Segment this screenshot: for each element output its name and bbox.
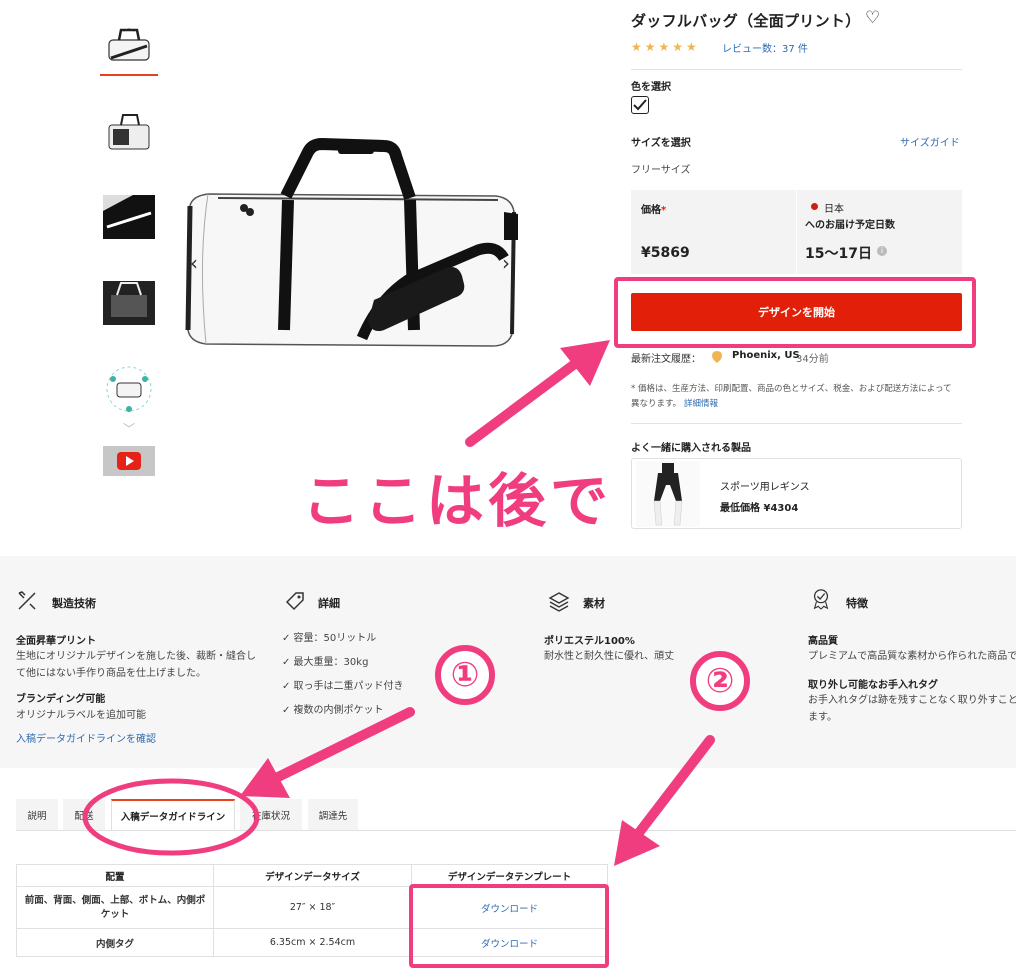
material-sub: ポリエステル100% (544, 636, 635, 647)
thumbnail-bag-360[interactable] (100, 358, 158, 420)
tab-stock[interactable]: 在庫状況 (240, 799, 302, 831)
guideline-link[interactable]: 入稿データガイドラインを確認 (16, 731, 156, 748)
table-header-placement: 配置 (16, 864, 214, 887)
delivery-days: 15〜17日 (805, 246, 872, 262)
details-item-2: ✓ 最大重量：30kg (282, 657, 369, 668)
delivery-country: 日本 (824, 204, 844, 215)
tech-sub1: 全面昇華プリント (16, 636, 96, 647)
color-swatch[interactable] (631, 96, 649, 114)
leggings-image (636, 461, 700, 527)
bag-360-thumbnail-icon (106, 366, 152, 412)
divider (631, 69, 962, 70)
details-title: 詳細 (318, 597, 340, 610)
bag-front-thumbnail-icon (108, 28, 150, 61)
traits-line3: ます。 (808, 712, 837, 723)
review-count-link[interactable]: レビュー数：37 件 (722, 40, 808, 55)
price-label: 価格* (641, 205, 667, 216)
price-delivery-box: 価格* ¥5869 日本 へのお届け予定日数 15〜17日 i (631, 190, 962, 274)
size-label: サイズを選択 (631, 138, 691, 149)
location-pin-icon (712, 348, 722, 363)
recent-order-label: 最新注文履歴： (631, 354, 701, 365)
related-product-card[interactable]: スポーツ用レギンス 最低価格 ¥4304 (631, 458, 962, 529)
tech-line3: オリジナルラベルを追加可能 (16, 710, 146, 721)
related-heading: よく一緒に購入される製品 (631, 443, 751, 454)
material-line: 耐水性と耐久性に優れ、頑丈 (544, 651, 675, 662)
details-link[interactable]: 詳細情報 (684, 397, 718, 409)
main-product-image (178, 0, 520, 492)
recent-order-location: Phoenix, US (732, 350, 800, 361)
thumb-down-chevron-icon[interactable]: ﹀ (120, 420, 138, 436)
tab-underline (16, 830, 1016, 831)
tech-sub2: ブランディング可能 (16, 694, 106, 705)
traits-line1: プレミアムで高品質な素材から作られた商品で (808, 651, 1016, 662)
bag-open-thumbnail-icon (108, 114, 150, 150)
divider (631, 423, 962, 424)
info-icon[interactable]: i (877, 246, 887, 256)
youtube-play-icon (103, 446, 155, 476)
price-value: ¥5869 (641, 245, 690, 261)
features-section: 製造技術 全面昇華プリント 生地にオリジナルデザインを施した後、裁断・縫合し て… (0, 556, 1016, 768)
heart-icon[interactable]: ♡ (865, 8, 880, 28)
highlight-box-design-button (614, 277, 976, 348)
thumbnail-bag-detail[interactable] (100, 186, 158, 248)
traits-sub1: 高品質 (808, 636, 838, 647)
tech-line2: て他にはない手作り商品を仕上げました。 (16, 668, 206, 679)
tab-shipping[interactable]: 配送 (63, 799, 105, 831)
star-rating: ★★★★★ (631, 40, 700, 54)
traits-title: 特徴 (846, 597, 868, 610)
row2-size: 6.35cm × 2.54cm (213, 928, 412, 957)
traits-sub2: 取り外し可能なお手入れタグ (808, 680, 938, 691)
price-box-divider (796, 190, 797, 274)
tech-line1: 生地にオリジナルデザインを施した後、裁断・縫合し (16, 651, 256, 662)
japan-flag-icon (811, 203, 818, 210)
bag-inside-thumbnail-icon (103, 281, 155, 325)
related-product-name: スポーツ用レギンス (720, 482, 810, 493)
thumbnail-bag-open[interactable] (100, 100, 158, 162)
thumbnail-bag-front[interactable] (100, 14, 158, 76)
annotation-text: ここは後で (301, 466, 613, 536)
bag-detail-thumbnail-icon (103, 195, 155, 239)
details-item-1: ✓ 容量：50リットル (282, 633, 377, 644)
tech-title: 製造技術 (52, 597, 96, 610)
product-title: ダッフルバッグ（全面プリント） (631, 12, 861, 30)
tab-sourcing[interactable]: 調達先 (308, 799, 358, 831)
recent-order-time: 34分前 (796, 354, 829, 365)
price-note-line2: 異なります。 (631, 399, 682, 409)
row1-size: 27″ × 18″ (213, 886, 412, 929)
delivery-label: へのお届け予定日数 (805, 220, 895, 231)
size-guide-link[interactable]: サイズガイド (900, 134, 960, 149)
duffel-bag-image (185, 138, 518, 347)
prev-image-arrow-icon[interactable]: ‹ (183, 250, 205, 276)
related-product-price: 最低価格 ¥4304 (720, 503, 799, 514)
layers-icon (548, 592, 570, 612)
thumbnail-video[interactable] (100, 444, 158, 478)
tab-file-guidelines[interactable]: 入稿データガイドライン (111, 799, 235, 831)
thumbnail-bag-inside[interactable] (100, 272, 158, 334)
material-title: 素材 (583, 597, 605, 610)
tag-icon (285, 592, 304, 611)
checkmark-icon (633, 99, 647, 111)
annotation-number-2: ② (690, 651, 750, 711)
size-value: フリーサイズ (631, 165, 691, 176)
next-image-arrow-icon[interactable]: › (495, 250, 517, 276)
row1-placement: 前面、背面、側面、上部、ボトム、内側ポ ケット (16, 886, 214, 929)
row2-placement: 内側タグ (16, 928, 214, 957)
price-note-line1: * 価格は、生産方法、印刷配置、商品の色とサイズ、税金、および配送方法によって (631, 384, 952, 394)
table-header-size: デザインデータサイズ (213, 864, 412, 887)
traits-line2: お手入れタグは跡を残すことなく取り外すこと (808, 695, 1016, 706)
highlight-box-download-links (409, 884, 609, 968)
details-item-4: ✓ 複数の内側ポケット (282, 705, 384, 716)
award-icon (813, 589, 829, 610)
annotation-number-1: ① (435, 645, 495, 705)
tools-icon (18, 591, 36, 610)
details-item-3: ✓ 取っ手は二重パッド付き (282, 681, 404, 692)
tab-description[interactable]: 説明 (16, 799, 58, 831)
color-label: 色を選択 (631, 82, 671, 93)
